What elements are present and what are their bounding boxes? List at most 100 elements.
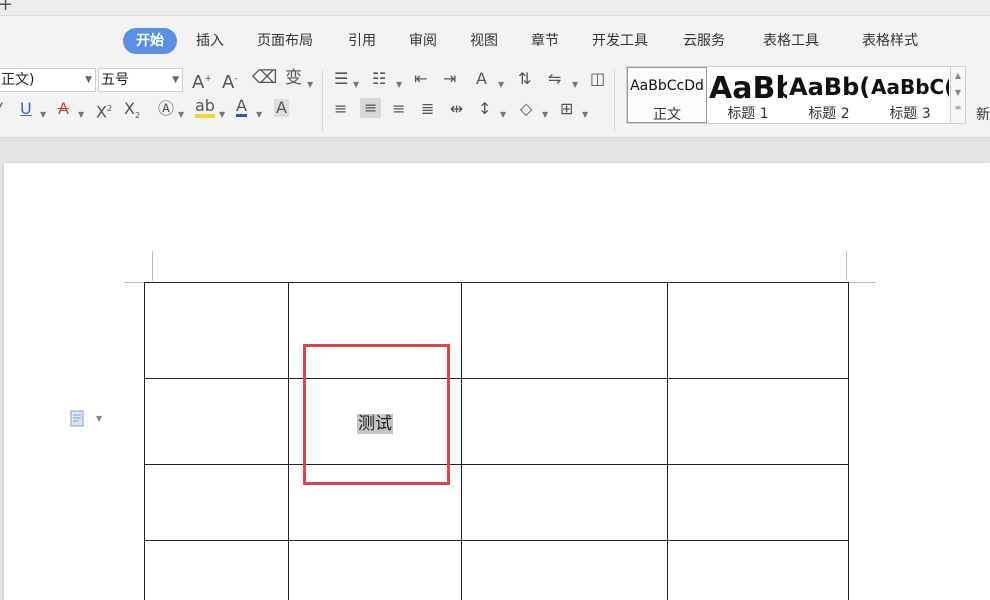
style-heading-3[interactable]: AaBbC( 标题 3 bbox=[871, 67, 949, 123]
tab-review[interactable]: 审阅 bbox=[409, 28, 437, 54]
tab-chapter[interactable]: 章节 bbox=[531, 28, 559, 54]
tab-insert[interactable]: 插入 bbox=[196, 28, 224, 54]
tab-view[interactable]: 视图 bbox=[470, 28, 498, 54]
italic-icon[interactable]: / bbox=[0, 100, 1, 118]
style-normal[interactable]: AaBbCcDd 正文 bbox=[627, 67, 707, 123]
highlight-icon[interactable]: ab bbox=[195, 98, 215, 118]
font-name-value: 正文) bbox=[1, 72, 35, 88]
tab-table-style[interactable]: 表格样式 bbox=[862, 28, 918, 54]
superscript-icon[interactable]: X2 bbox=[96, 100, 112, 121]
tab-developer[interactable]: 开发工具 bbox=[592, 28, 648, 54]
style-preview: AaBbCcDd bbox=[630, 78, 704, 94]
increase-font-size-icon[interactable]: A+ bbox=[192, 70, 212, 92]
new-style-button[interactable]: 新 bbox=[976, 104, 990, 124]
font-size-select[interactable]: 五号 ▼ bbox=[98, 68, 183, 92]
chevron-down-icon[interactable]: ▼ bbox=[951, 88, 965, 97]
chevron-down-icon[interactable]: ▼ bbox=[219, 106, 225, 124]
table-cell[interactable] bbox=[667, 464, 849, 541]
tab-table-tools[interactable]: 表格工具 bbox=[763, 28, 819, 54]
style-heading-1[interactable]: AaBb 标题 1 bbox=[709, 67, 787, 123]
table-row bbox=[144, 540, 849, 600]
chevron-down-icon[interactable]: ▼ bbox=[353, 76, 359, 94]
borders-icon[interactable]: ⊞ bbox=[560, 100, 573, 118]
text-effect-icon[interactable]: Ⓐ bbox=[158, 100, 174, 118]
shading-icon[interactable]: ◇ bbox=[520, 100, 532, 118]
chevron-up-icon[interactable]: ▲ bbox=[951, 71, 965, 80]
decrease-font-size-icon[interactable]: A- bbox=[222, 70, 238, 92]
paragraph-layout-icon[interactable] bbox=[70, 410, 86, 428]
group-separator bbox=[614, 70, 615, 132]
tab-page-layout[interactable]: 页面布局 bbox=[257, 28, 313, 54]
table-cell[interactable]: 测试 bbox=[288, 378, 462, 465]
bullet-list-icon[interactable]: ☰ bbox=[334, 70, 348, 88]
clear-format-icon[interactable]: ⌫ bbox=[252, 69, 277, 87]
chevron-down-icon[interactable]: ▼ bbox=[40, 106, 46, 124]
chevron-down-icon[interactable]: ▼ bbox=[498, 76, 504, 94]
table-cell[interactable] bbox=[461, 540, 668, 600]
show-hide-marks-icon[interactable]: ◫ bbox=[590, 70, 605, 88]
tab-references[interactable]: 引用 bbox=[348, 28, 376, 54]
table-cell[interactable] bbox=[461, 378, 668, 465]
styles-scroll[interactable]: ▲ ▼ ≡ bbox=[950, 66, 966, 124]
style-label: 标题 2 bbox=[808, 106, 850, 122]
underline-icon[interactable]: U bbox=[20, 100, 32, 118]
chevron-down-icon[interactable]: ▼ bbox=[307, 76, 313, 94]
chevron-down-icon[interactable]: ▼ bbox=[572, 76, 578, 94]
align-center-icon[interactable]: ≡ bbox=[360, 98, 382, 118]
chevron-down-icon[interactable]: ▼ bbox=[582, 106, 588, 124]
selected-cell-text[interactable]: 测试 bbox=[357, 414, 393, 434]
table-cell[interactable] bbox=[144, 464, 289, 541]
phonetic-guide-icon[interactable]: 变 bbox=[285, 69, 302, 87]
strikethrough-icon[interactable]: A bbox=[58, 100, 69, 118]
chevron-down-icon[interactable]: ▼ bbox=[396, 76, 402, 94]
increase-indent-icon[interactable]: ⇥ bbox=[443, 70, 456, 88]
font-size-value: 五号 bbox=[101, 72, 129, 88]
style-label: 标题 1 bbox=[727, 106, 769, 122]
table-cell[interactable] bbox=[144, 378, 289, 465]
chevron-down-icon[interactable]: ▼ bbox=[500, 106, 506, 124]
new-tab-icon[interactable]: + bbox=[0, 0, 13, 15]
document-page[interactable]: ▼ 测试 bbox=[4, 163, 990, 600]
align-left-icon[interactable]: ≡ bbox=[334, 100, 347, 118]
numbered-list-icon[interactable]: ☷ bbox=[372, 70, 386, 88]
align-right-icon[interactable]: ≡ bbox=[392, 100, 405, 118]
table-cell[interactable] bbox=[288, 540, 462, 600]
styles-gallery: AaBbCcDd 正文 AaBb 标题 1 AaBb( 标题 2 AaBbC( … bbox=[626, 66, 966, 124]
paragraph-spacing-icon[interactable]: ↕ bbox=[478, 100, 491, 118]
table-row bbox=[144, 282, 849, 379]
char-shading-icon[interactable]: A bbox=[274, 99, 289, 117]
distributed-icon[interactable]: ⇹ bbox=[450, 100, 463, 118]
margin-mark bbox=[152, 251, 153, 281]
chevron-down-icon[interactable]: ▼ bbox=[78, 106, 84, 124]
font-color-icon[interactable]: A bbox=[236, 98, 247, 117]
subscript-icon[interactable]: X2 bbox=[124, 99, 140, 125]
table-cell[interactable] bbox=[288, 282, 462, 379]
tab-home[interactable]: 开始 bbox=[123, 28, 177, 54]
chevron-down-icon[interactable]: ▼ bbox=[256, 106, 262, 124]
font-name-select[interactable]: 正文) ▼ bbox=[0, 68, 96, 92]
table-cell[interactable] bbox=[288, 464, 462, 541]
title-strip: + bbox=[0, 0, 990, 16]
sort-icon[interactable]: ⇅ bbox=[518, 70, 531, 88]
table-cell[interactable] bbox=[144, 540, 289, 600]
table-row: 测试 bbox=[144, 378, 849, 465]
chevron-down-icon: ▼ bbox=[85, 75, 92, 85]
expand-icon[interactable]: ≡ bbox=[951, 103, 965, 112]
table-cell[interactable] bbox=[667, 378, 849, 465]
table-cell[interactable] bbox=[667, 540, 849, 600]
justify-icon[interactable]: ≣ bbox=[421, 100, 434, 118]
chevron-down-icon[interactable]: ▼ bbox=[96, 414, 102, 423]
line-spacing-icon[interactable]: ⇋ bbox=[548, 70, 561, 88]
text-direction-icon[interactable]: A bbox=[476, 70, 487, 88]
style-label: 正文 bbox=[653, 107, 681, 123]
tab-cloud-service[interactable]: 云服务 bbox=[683, 28, 725, 54]
style-heading-2[interactable]: AaBb( 标题 2 bbox=[789, 67, 869, 123]
table-cell[interactable] bbox=[461, 464, 668, 541]
chevron-down-icon[interactable]: ▼ bbox=[178, 106, 184, 124]
chevron-down-icon[interactable]: ▼ bbox=[542, 106, 548, 124]
table-cell[interactable] bbox=[667, 282, 849, 379]
table-cell[interactable] bbox=[144, 282, 289, 379]
table-cell[interactable] bbox=[461, 282, 668, 379]
decrease-indent-icon[interactable]: ⇤ bbox=[414, 70, 427, 88]
style-preview: AaBbC( bbox=[871, 75, 949, 99]
